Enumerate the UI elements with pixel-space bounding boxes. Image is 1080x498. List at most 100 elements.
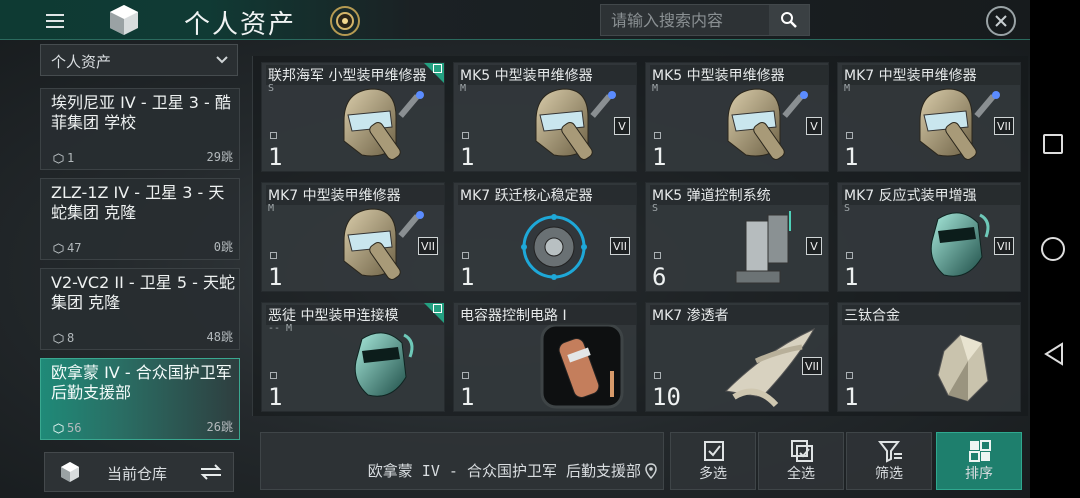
checkbox-icon (704, 441, 724, 461)
select-all-button[interactable]: 全选 (758, 432, 844, 490)
stack-icon (270, 372, 277, 379)
tech-level-badge: VII (417, 237, 438, 255)
search-box (600, 4, 810, 36)
item-size-class: M (652, 83, 659, 94)
cube-icon (53, 242, 64, 254)
item-quantity: 1 (268, 143, 283, 171)
asset-tile[interactable]: MK5 中型装甲维修器 M 1 V (645, 62, 829, 172)
location-name: ZLZ-1Z IV - 卫星 3 - 天蛇集团 克隆 (51, 183, 225, 222)
stack-icon (654, 372, 661, 379)
close-button[interactable] (986, 6, 1016, 36)
item-count: 56 (53, 421, 81, 435)
jump-count: 48跳 (206, 330, 233, 344)
item-size-class: M (268, 203, 275, 214)
cube-icon (53, 332, 64, 344)
stack-icon (270, 132, 277, 139)
location-filter-select[interactable]: 个人资产 (40, 44, 238, 76)
cube-icon (53, 152, 64, 164)
system-nav-bar (1030, 0, 1080, 498)
jump-count: 26跳 (206, 420, 233, 434)
stack-icon (654, 252, 661, 259)
tech-level-badge: V (614, 117, 630, 135)
filter-label: 筛选 (875, 466, 903, 482)
item-size-class: S (844, 203, 851, 214)
asset-tile[interactable]: MK5 弹道控制系统 S 6 V (645, 182, 829, 292)
location-name: 埃列尼亚 IV - 卫星 3 - 酷菲集团 学校 (51, 93, 231, 132)
item-name: MK7 跃迁核心稳定器 (458, 185, 636, 205)
warehouse-cube-icon (61, 462, 79, 482)
item-capacitor-icon (514, 321, 636, 411)
select-all-icon (791, 440, 813, 462)
item-name: MK7 反应式装甲增强 (842, 185, 1020, 205)
stack-icon (462, 372, 469, 379)
location-card-active[interactable]: 欧拿蒙 IV - 合众国护卫军 后勤支援部 56 26跳 (40, 358, 240, 440)
item-quantity: 1 (652, 143, 667, 171)
assets-cube-icon (96, 0, 152, 40)
home-button[interactable] (1041, 237, 1065, 261)
sort-label: 排序 (965, 466, 993, 482)
asset-tile[interactable]: MK7 渗透者 10 VII (645, 302, 829, 412)
stack-icon (846, 372, 853, 379)
station-name: 欧拿蒙 IV - 合众国护卫军 后勤支援部 (367, 462, 641, 480)
sort-button[interactable]: 排序 (936, 432, 1022, 490)
item-quantity: 1 (844, 263, 859, 291)
item-quantity: 1 (268, 383, 283, 411)
stack-icon (846, 252, 853, 259)
tech-level-badge: V (806, 117, 822, 135)
location-card[interactable]: ZLZ-1Z IV - 卫星 3 - 天蛇集团 克隆 47 0跳 (40, 178, 240, 260)
item-count: 1 (53, 151, 74, 165)
location-pin-icon (645, 463, 657, 479)
jump-count: 29跳 (206, 150, 233, 164)
asset-tile[interactable]: MK7 中型装甲维修器 M 1 VII (261, 182, 445, 292)
item-mineral-icon (898, 321, 1020, 411)
asset-tile[interactable]: MK7 反应式装甲增强 S 1 VII (837, 182, 1021, 292)
location-name: V2-VC2 II - 卫星 5 - 天蛇集团 克隆 (51, 273, 235, 312)
tech-level-badge: VII (993, 117, 1014, 135)
item-quantity: 1 (268, 263, 283, 291)
back-button[interactable] (1043, 342, 1065, 370)
stack-icon (270, 252, 277, 259)
asset-tile[interactable]: 电容器控制电路 I 1 (453, 302, 637, 412)
item-quantity: 1 (844, 383, 859, 411)
item-name: MK7 中型装甲维修器 (842, 65, 1020, 85)
filter-button[interactable]: 筛选 (846, 432, 932, 490)
item-quantity: 10 (652, 383, 681, 411)
tech-level-badge: VII (609, 237, 630, 255)
search-icon (781, 12, 797, 28)
location-card[interactable]: 埃列尼亚 IV - 卫星 3 - 酷菲集团 学校 1 29跳 (40, 88, 240, 170)
item-name: 恶徒 中型装甲连接模 (266, 305, 444, 325)
recents-button[interactable] (1043, 134, 1063, 154)
sort-grid-icon (969, 440, 991, 462)
filter-icon (878, 441, 902, 463)
asset-tile[interactable]: 恶徒 中型装甲连接模 -- M 1 (261, 302, 445, 412)
chevron-down-icon (216, 56, 228, 64)
item-size-class: M (844, 83, 851, 94)
item-name: MK5 弹道控制系统 (650, 185, 828, 205)
asset-tile[interactable]: 联邦海军 小型装甲维修器 S 1 (261, 62, 445, 172)
asset-tile[interactable]: MK7 中型装甲维修器 M 1 VII (837, 62, 1021, 172)
faction-icon (433, 304, 442, 313)
current-warehouse-button[interactable]: 当前仓库 (44, 452, 234, 492)
item-quantity: 1 (460, 143, 475, 171)
search-input[interactable] (601, 5, 769, 35)
item-size-class: S (268, 83, 275, 94)
asset-tile[interactable]: MK5 中型装甲维修器 M 1 V (453, 62, 637, 172)
multi-select-label: 多选 (699, 466, 727, 482)
item-name: 三钛合金 (842, 305, 1020, 325)
item-name: MK5 中型装甲维修器 (458, 65, 636, 85)
faction-icon (433, 64, 442, 73)
asset-grid: 联邦海军 小型装甲维修器 S 1 MK5 中型装甲维修器 M 1 V MK5 中型装甲维修器 M… (252, 56, 1028, 416)
location-card[interactable]: V2-VC2 II - 卫星 5 - 天蛇集团 克隆 8 48跳 (40, 268, 240, 350)
warehouse-label: 当前仓库 (107, 465, 168, 483)
multi-select-button[interactable]: 多选 (670, 432, 756, 490)
top-bar: 个人资产 (0, 0, 1030, 40)
search-button[interactable] (769, 5, 809, 35)
menu-button[interactable] (42, 8, 68, 34)
asset-tile[interactable]: 三钛合金 1 (837, 302, 1021, 412)
item-name: MK7 渗透者 (650, 305, 828, 325)
asset-tile[interactable]: MK7 跃迁核心稳定器 1 VII (453, 182, 637, 292)
cube-icon (53, 422, 64, 434)
item-quantity: 6 (652, 263, 667, 291)
item-quantity: 1 (844, 143, 859, 171)
select-all-label: 全选 (787, 466, 815, 482)
